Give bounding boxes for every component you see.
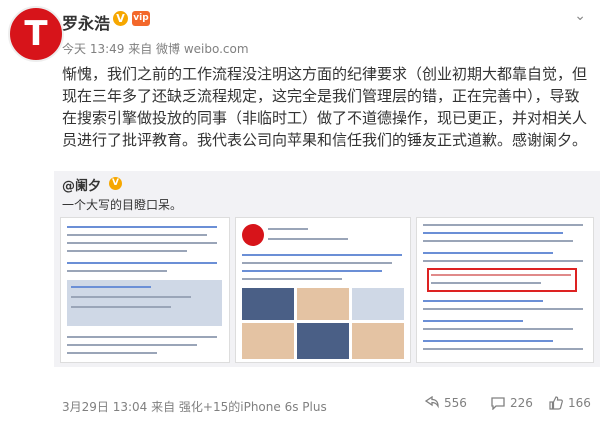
repost-verified-icon: V — [109, 177, 122, 190]
repost-button[interactable]: 556 — [424, 396, 467, 410]
post-content: 惭愧，我们之前的工作流程没注明这方面的纪律要求（创业初期大都靠自觉，但现在三年多… — [62, 65, 588, 149]
avatar[interactable]: T — [8, 6, 64, 62]
comment-icon — [491, 397, 505, 410]
repost-text: 一个大写的目瞪口呆。 — [62, 198, 183, 212]
repost-count: 556 — [444, 396, 467, 410]
vip-icon: vip — [132, 11, 150, 26]
verified-icon: V — [113, 11, 128, 26]
chevron-down-icon[interactable]: ⌄ — [574, 8, 586, 24]
repost-icon — [424, 396, 439, 409]
like-count: 166 — [568, 396, 591, 410]
repost-image-3[interactable] — [416, 217, 594, 363]
repost-card[interactable]: @阑夕 V 一个大写的目瞪口呆。 — [54, 171, 600, 367]
thumbs-up-icon — [549, 396, 563, 410]
repost-author[interactable]: @阑夕 — [62, 175, 101, 194]
author-name[interactable]: 罗永浩 — [62, 10, 110, 34]
repost-image-1[interactable] — [60, 217, 230, 363]
smartisan-logo-icon: T — [24, 14, 48, 54]
post-timestamp-source: 3月29日 13:04 来自 强化+15的iPhone 6s Plus — [62, 400, 327, 414]
like-button[interactable]: 166 — [548, 396, 591, 410]
post-meta: 今天 13:49 来自 微博 weibo.com — [62, 42, 249, 56]
comment-button[interactable]: 226 — [490, 396, 533, 410]
repost-image-2[interactable] — [235, 217, 411, 363]
comment-count: 226 — [510, 396, 533, 410]
